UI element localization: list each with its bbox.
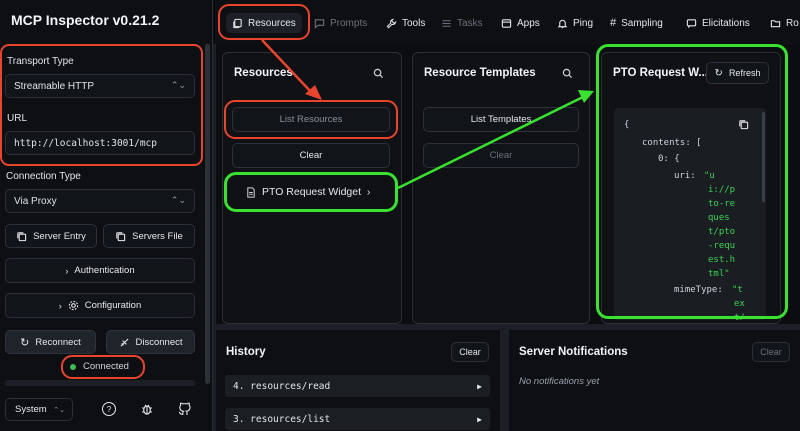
- clear-notifications-button[interactable]: Clear: [752, 342, 790, 362]
- history-item-label: 3. resources/list: [233, 413, 331, 425]
- play-icon: ▶: [477, 381, 482, 391]
- history-item[interactable]: 4. resources/read ▶: [225, 375, 490, 397]
- history-item[interactable]: 3. resources/list ▶: [225, 408, 490, 430]
- history-notifications-divider[interactable]: [500, 330, 509, 431]
- clear-notifications-label: Clear: [760, 347, 782, 357]
- clear-history-label: Clear: [459, 347, 481, 357]
- green-arrowhead: [578, 90, 594, 103]
- notifications-empty-text: No notifications yet: [519, 376, 600, 387]
- green-arrow: [397, 95, 584, 190]
- notifications-title: Server Notifications: [519, 346, 628, 358]
- clear-history-button[interactable]: Clear: [451, 342, 489, 362]
- play-icon: ▶: [477, 414, 482, 424]
- red-arrow: [261, 39, 313, 94]
- history-item-label: 4. resources/read: [233, 380, 331, 392]
- history-title: History: [226, 346, 266, 358]
